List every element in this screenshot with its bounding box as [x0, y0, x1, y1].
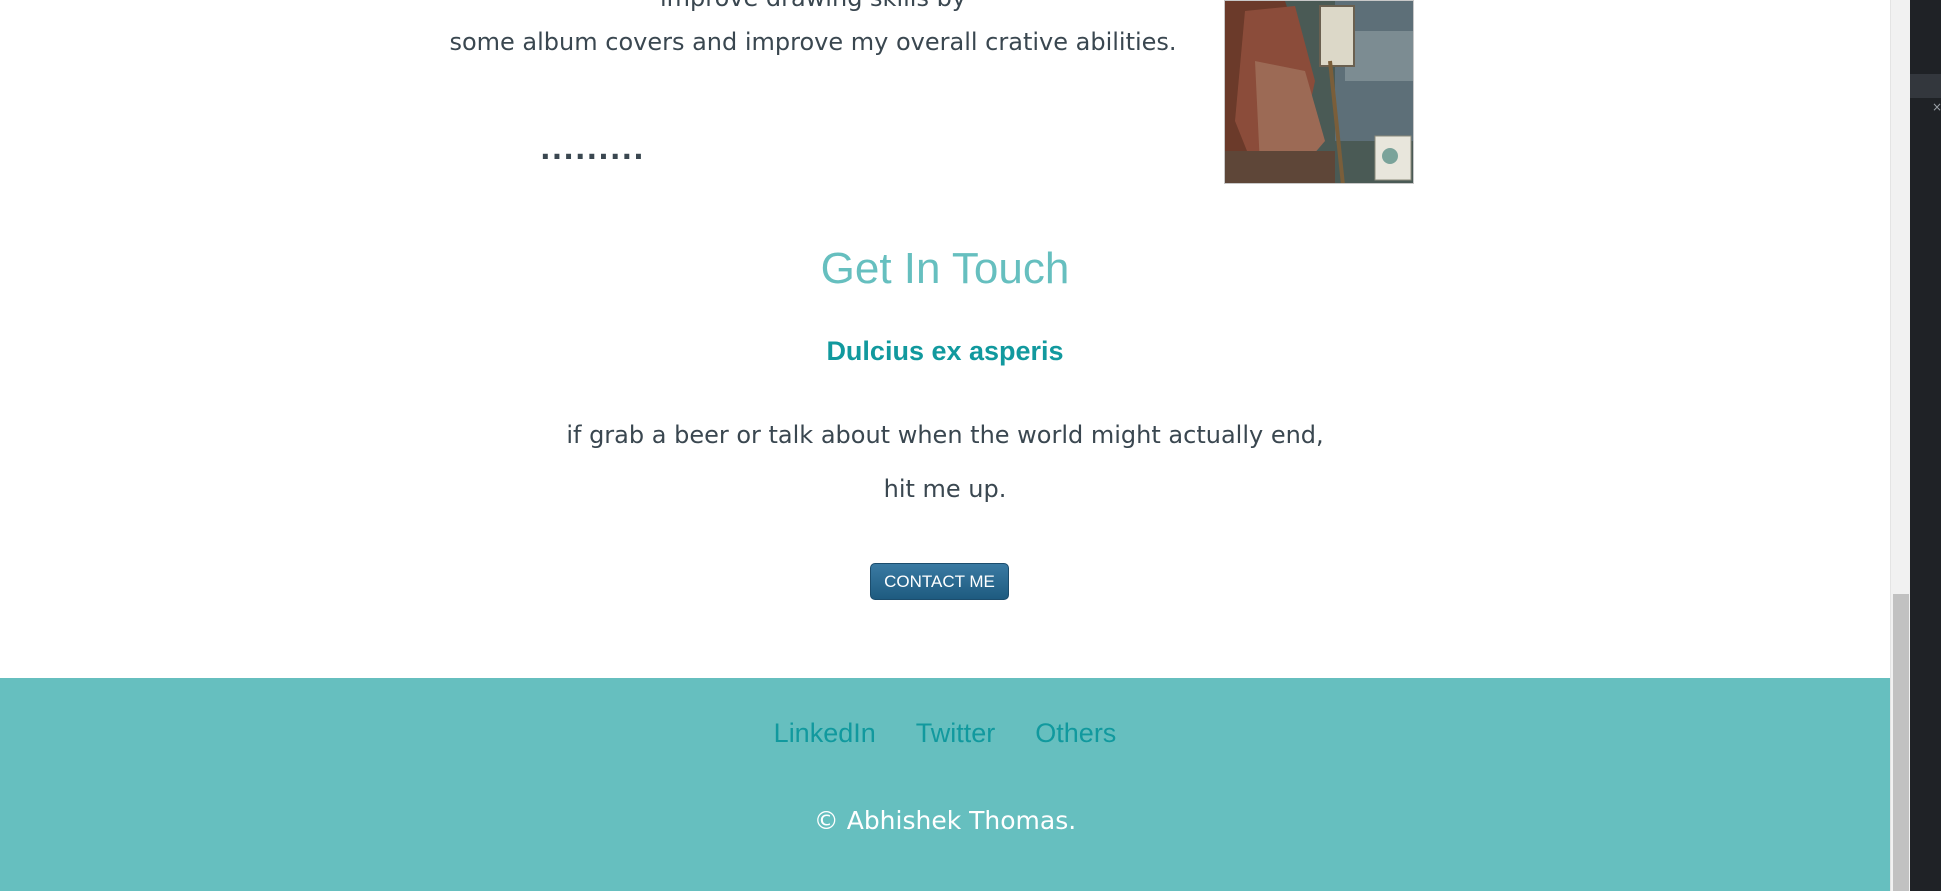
footer-link-linkedin[interactable]: LinkedIn: [774, 718, 876, 749]
contact-me-button[interactable]: CONTACT ME: [870, 563, 1009, 600]
scrollbar-thumb[interactable]: [1893, 594, 1909, 891]
contact-line-2: hit me up.: [883, 475, 1007, 503]
footer-copyright: © Abhishek Thomas.: [813, 806, 1077, 835]
about-text: some album covers and improve my overall…: [449, 28, 1177, 56]
side-panel-tab[interactable]: [1910, 74, 1941, 98]
contact-line-1: if grab a beer or talk about when the wo…: [566, 421, 1324, 449]
contact-text: if grab a beer or talk about when the wo…: [0, 408, 1890, 516]
painting-image: [1224, 0, 1414, 184]
footer-link-others[interactable]: Others: [1035, 718, 1116, 749]
contact-subtitle: Dulcius ex asperis: [826, 336, 1064, 366]
contact-title: Get In Touch: [820, 244, 1070, 293]
footer-links: LinkedIn Twitter Others: [0, 718, 1890, 749]
footer-link-twitter[interactable]: Twitter: [916, 718, 996, 749]
page-scrollbar[interactable]: [1890, 0, 1910, 891]
about-text-partial: improve drawing skills by: [400, 0, 1226, 18]
page-viewport: improve drawing skills by some album cov…: [0, 0, 1890, 891]
footer: LinkedIn Twitter Others © Abhishek Thoma…: [0, 678, 1890, 891]
side-panel: ×: [1910, 0, 1941, 891]
close-icon[interactable]: ×: [1932, 100, 1941, 114]
dots-divider: .........: [540, 133, 645, 166]
